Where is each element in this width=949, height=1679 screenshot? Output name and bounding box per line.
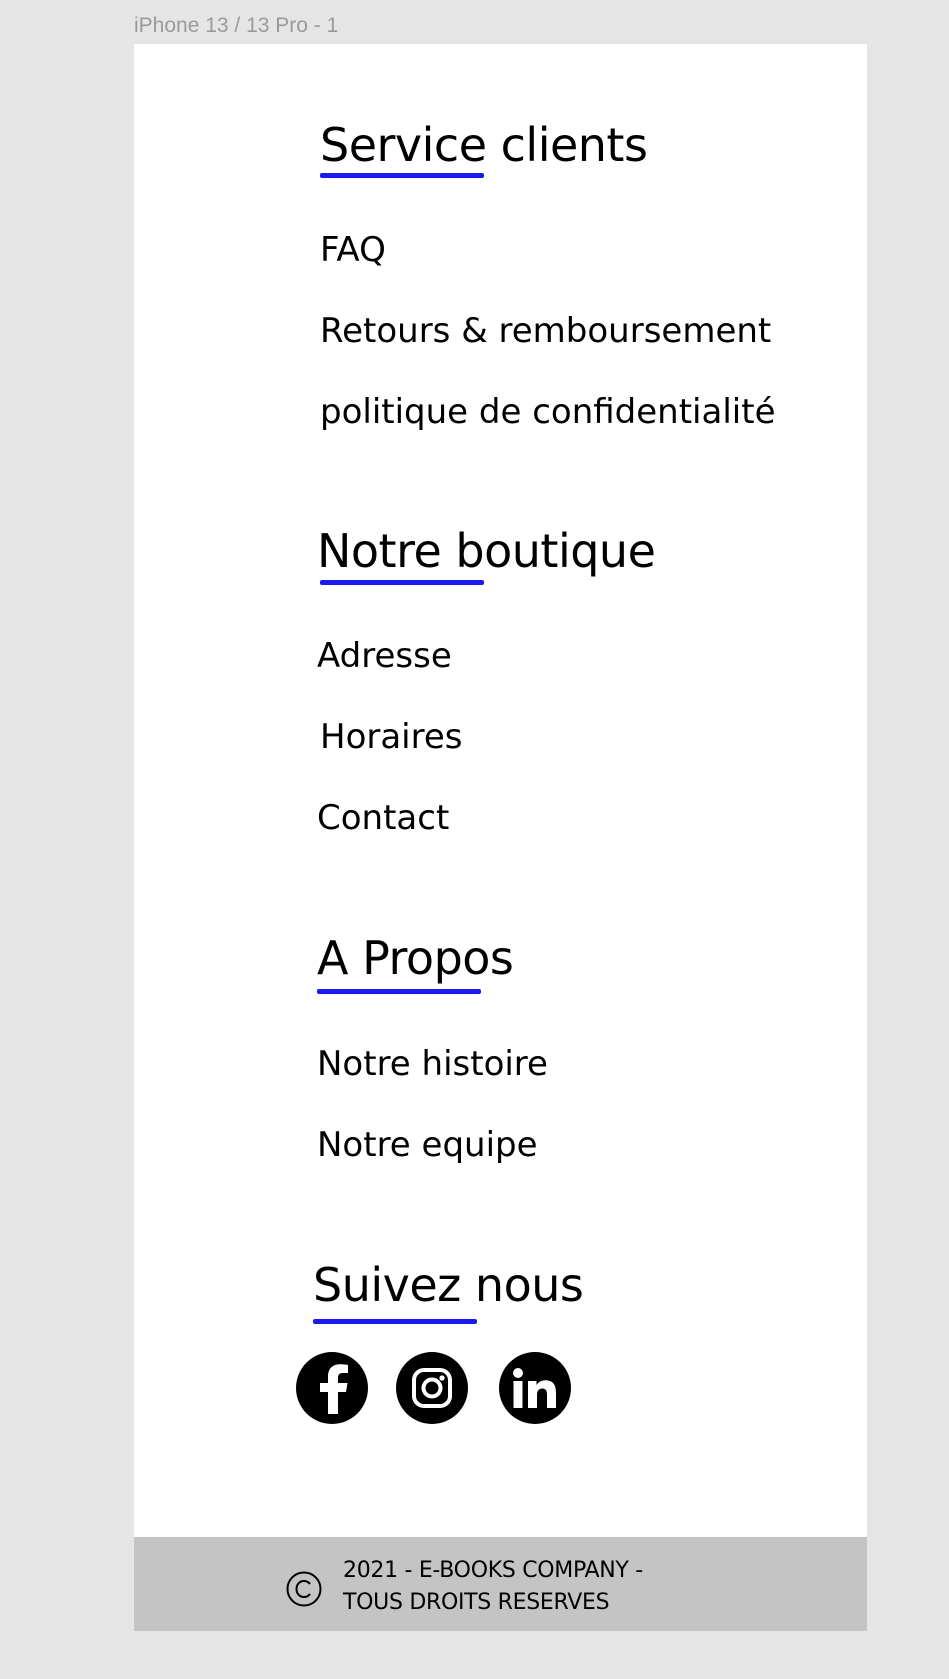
link-confidentialite[interactable]: politique de confidentialité bbox=[320, 392, 775, 432]
section-title-notre-boutique: Notre boutique bbox=[317, 524, 656, 578]
facebook-icon[interactable] bbox=[296, 1352, 368, 1424]
link-notre-histoire[interactable]: Notre histoire bbox=[317, 1044, 548, 1084]
title-underline bbox=[320, 173, 484, 178]
title-underline bbox=[320, 580, 484, 585]
title-underline bbox=[317, 989, 481, 994]
linkedin-icon[interactable] bbox=[499, 1352, 571, 1424]
frame-label: iPhone 13 / 13 Pro - 1 bbox=[134, 14, 339, 37]
title-underline bbox=[313, 1319, 477, 1324]
link-contact[interactable]: Contact bbox=[317, 798, 449, 838]
footer-copyright-line2: TOUS DROITS RESERVES bbox=[343, 1590, 610, 1615]
section-title-service-clients: Service clients bbox=[320, 118, 648, 172]
link-notre-equipe[interactable]: Notre equipe bbox=[317, 1125, 538, 1165]
instagram-icon[interactable] bbox=[396, 1352, 468, 1424]
footer-copyright-line1: 2021 - E-BOOKS COMPANY - bbox=[343, 1558, 643, 1583]
footer: 2021 - E-BOOKS COMPANY - TOUS DROITS RES… bbox=[134, 1537, 867, 1631]
mobile-frame: Service clients FAQ Retours & remboursem… bbox=[134, 44, 867, 1631]
copyright-icon bbox=[286, 1571, 322, 1607]
link-retours[interactable]: Retours & remboursement bbox=[320, 311, 771, 351]
section-title-a-propos: A Propos bbox=[317, 931, 514, 985]
link-adresse[interactable]: Adresse bbox=[317, 636, 452, 676]
section-title-suivez-nous: Suivez nous bbox=[313, 1258, 584, 1312]
link-horaires[interactable]: Horaires bbox=[320, 717, 463, 757]
link-faq[interactable]: FAQ bbox=[320, 230, 386, 270]
